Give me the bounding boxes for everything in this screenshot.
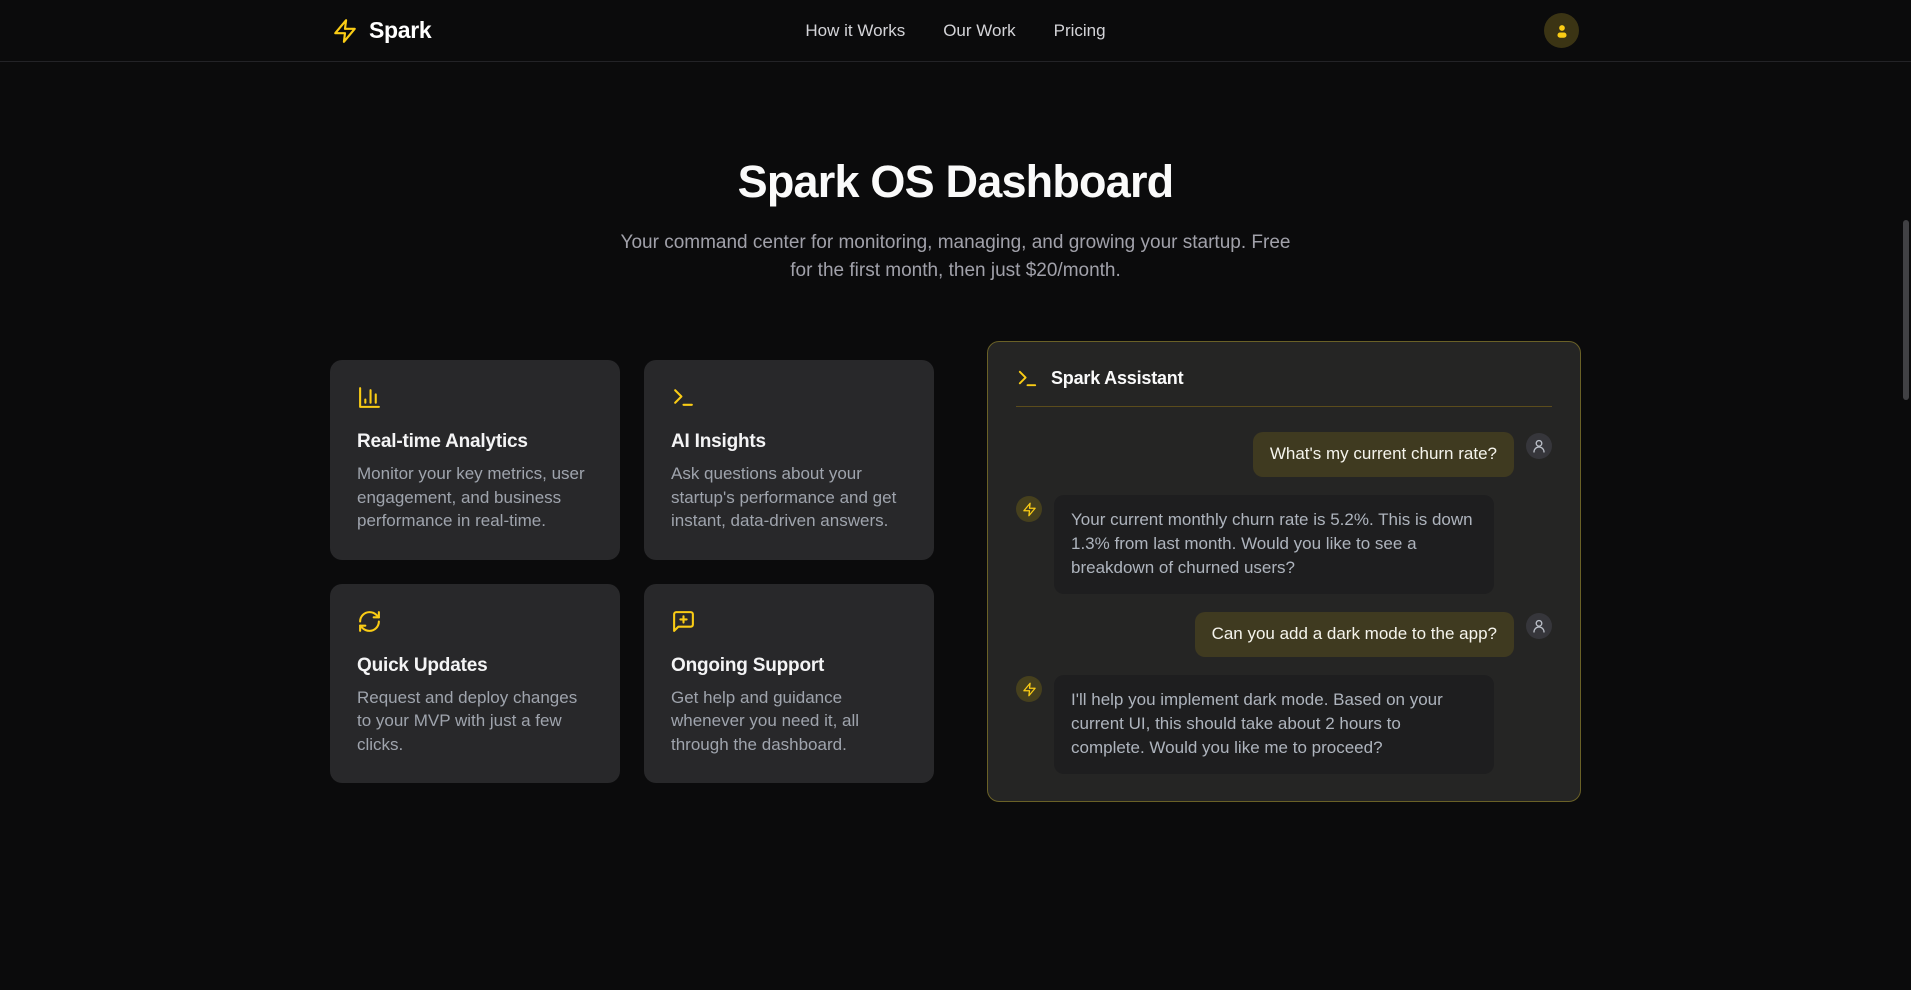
assistant-bubble: I'll help you implement dark mode. Based…: [1054, 675, 1494, 774]
feature-title: Real-time Analytics: [357, 431, 593, 453]
feature-description: Monitor your key metrics, user engagemen…: [357, 462, 593, 533]
feature-title: Ongoing Support: [671, 655, 907, 677]
account-avatar-button[interactable]: [1544, 13, 1579, 48]
user-bubble: Can you add a dark mode to the app?: [1195, 612, 1514, 657]
assistant-avatar: [1016, 676, 1042, 702]
brand-logo[interactable]: Spark: [332, 17, 431, 44]
message-square-plus-icon: [671, 609, 696, 634]
assistant-bubble: Your current monthly churn rate is 5.2%.…: [1054, 495, 1494, 594]
user-round-icon: [1531, 618, 1547, 634]
zap-icon: [1022, 502, 1037, 517]
nav-link-how-it-works[interactable]: How it Works: [805, 21, 905, 41]
assistant-panel-title: Spark Assistant: [1051, 368, 1183, 389]
feature-description: Request and deploy changes to your MVP w…: [357, 686, 593, 757]
feature-title: AI Insights: [671, 431, 907, 453]
refresh-icon: [357, 609, 382, 634]
nav-link-pricing[interactable]: Pricing: [1054, 21, 1106, 41]
feature-card-ai-insights: AI Insights Ask questions about your sta…: [644, 360, 934, 560]
top-nav-bar: Spark How it Works Our Work Pricing: [0, 0, 1911, 62]
chat-message-user: What's my current churn rate?: [1016, 432, 1552, 477]
spark-assistant-panel: Spark Assistant What's my current churn …: [987, 341, 1581, 802]
feature-description: Ask questions about your startup's perfo…: [671, 462, 907, 533]
page-subtitle: Your command center for monitoring, mana…: [617, 229, 1295, 285]
feature-card-realtime-analytics: Real-time Analytics Monitor your key met…: [330, 360, 620, 560]
bar-chart-icon: [357, 385, 382, 410]
user-icon: [1553, 22, 1571, 40]
main-content: Real-time Analytics Monitor your key met…: [0, 341, 1911, 802]
brand-name: Spark: [369, 17, 431, 44]
terminal-icon: [1016, 367, 1039, 390]
divider: [1016, 406, 1552, 407]
page-scrollbar: [1901, 0, 1911, 990]
zap-icon: [1022, 682, 1037, 697]
feature-title: Quick Updates: [357, 655, 593, 677]
user-bubble: What's my current churn rate?: [1253, 432, 1514, 477]
user-round-icon: [1531, 438, 1547, 454]
scrollbar-thumb[interactable]: [1903, 220, 1909, 400]
terminal-icon: [671, 385, 696, 410]
feature-card-grid: Real-time Analytics Monitor your key met…: [330, 360, 934, 783]
chat-message-assistant: Your current monthly churn rate is 5.2%.…: [1016, 495, 1552, 594]
feature-description: Get help and guidance whenever you need …: [671, 686, 907, 757]
assistant-avatar: [1016, 496, 1042, 522]
page-title: Spark OS Dashboard: [0, 156, 1911, 208]
main-nav: How it Works Our Work Pricing: [805, 0, 1105, 61]
feature-card-quick-updates: Quick Updates Request and deploy changes…: [330, 584, 620, 784]
zap-icon: [332, 18, 358, 44]
user-avatar: [1526, 613, 1552, 639]
chat-message-user: Can you add a dark mode to the app?: [1016, 612, 1552, 657]
user-avatar: [1526, 433, 1552, 459]
chat-message-assistant: I'll help you implement dark mode. Based…: [1016, 675, 1552, 774]
assistant-panel-header: Spark Assistant: [1016, 367, 1552, 390]
chat-message-list: What's my current churn rate?: [1016, 432, 1552, 774]
feature-card-ongoing-support: Ongoing Support Get help and guidance wh…: [644, 584, 934, 784]
hero-section: Spark OS Dashboard Your command center f…: [0, 156, 1911, 285]
nav-link-our-work[interactable]: Our Work: [943, 21, 1015, 41]
